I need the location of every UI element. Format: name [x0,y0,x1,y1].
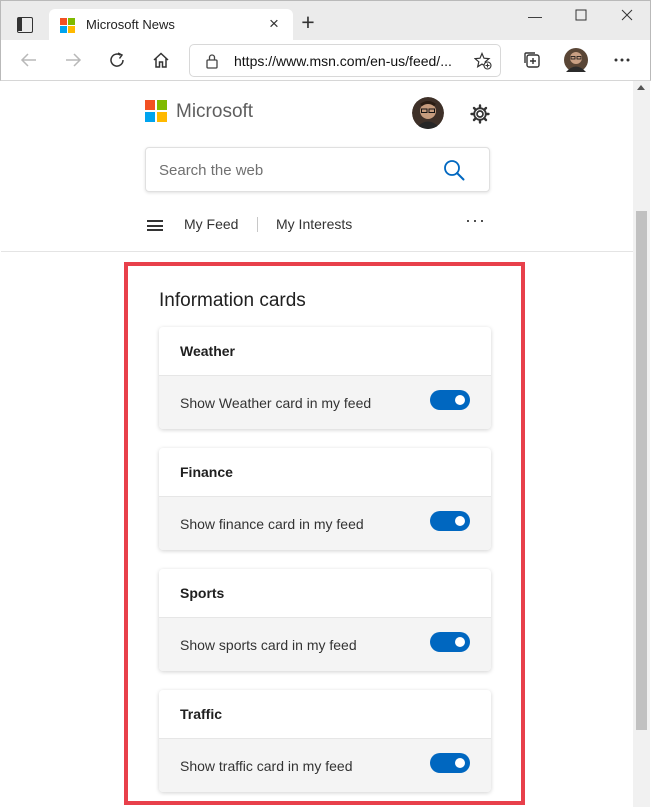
toggle-knob [455,637,465,647]
feed-navigation: My Feed My Interests ··· [145,210,490,236]
tab-actions-icon[interactable] [17,17,33,33]
card-title: Weather [159,327,491,376]
user-avatar[interactable] [412,97,444,129]
minimize-button[interactable]: — [523,7,547,25]
address-url[interactable]: https://www.msn.com/en-us/feed/... [234,53,452,69]
card-weather: Weather Show Weather card in my feed [159,327,491,429]
card-setting-row: Show sports card in my feed [159,618,491,671]
search-box[interactable]: Search the web [145,147,490,192]
nav-more-icon[interactable]: ··· [465,210,486,231]
close-window-button[interactable] [615,7,639,25]
card-setting-row: Show Weather card in my feed [159,376,491,429]
traffic-toggle[interactable] [430,753,470,773]
nav-divider [257,217,258,232]
page-content: Microsoft Search the web My Feed My Inte… [1,81,633,807]
browser-toolbar: https://www.msn.com/en-us/feed/... [0,40,651,81]
card-finance: Finance Show finance card in my feed [159,448,491,550]
back-arrow-icon[interactable] [17,48,41,72]
header-divider [1,251,633,252]
collections-icon[interactable] [520,48,544,72]
favorite-add-icon[interactable] [473,51,492,75]
gear-icon[interactable] [470,104,490,124]
card-setting-label: Show finance card in my feed [180,516,364,532]
menu-icon[interactable] [147,220,163,231]
weather-toggle[interactable] [430,390,470,410]
toggle-knob [455,395,465,405]
card-setting-row: Show finance card in my feed [159,497,491,550]
card-sports: Sports Show sports card in my feed [159,569,491,671]
card-setting-label: Show sports card in my feed [180,637,357,653]
card-title: Sports [159,569,491,618]
forward-arrow-icon[interactable] [61,48,85,72]
tab-microsoft-news[interactable]: Microsoft News × [49,9,293,41]
browser-titlebar: Microsoft News × + — [0,0,651,41]
more-options-icon[interactable] [610,48,634,72]
profile-avatar[interactable] [564,48,588,72]
toggle-knob [455,758,465,768]
toggle-knob [455,516,465,526]
microsoft-logo-icon[interactable] [145,100,167,122]
card-title: Traffic [159,690,491,739]
section-title: Information cards [159,290,306,311]
finance-toggle[interactable] [430,511,470,531]
lock-icon[interactable] [205,53,219,74]
sports-toggle[interactable] [430,632,470,652]
nav-my-interests[interactable]: My Interests [276,216,352,232]
tab-title: Microsoft News [86,17,175,32]
maximize-button[interactable] [569,7,593,25]
scroll-up-arrow-icon[interactable] [637,85,645,90]
scrollbar-thumb[interactable] [636,211,647,730]
card-title: Finance [159,448,491,497]
refresh-icon[interactable] [105,48,129,72]
home-icon[interactable] [149,48,173,72]
microsoft-logo-icon [60,18,76,34]
new-tab-button[interactable]: + [298,11,318,34]
vertical-scrollbar[interactable] [633,81,650,807]
card-traffic: Traffic Show traffic card in my feed [159,690,491,792]
nav-my-feed[interactable]: My Feed [184,216,238,232]
search-icon[interactable] [443,159,465,181]
brand-name[interactable]: Microsoft [176,101,253,123]
close-tab-icon[interactable]: × [265,15,283,33]
search-input[interactable]: Search the web [159,162,263,179]
card-setting-label: Show Weather card in my feed [180,395,372,411]
address-bar[interactable]: https://www.msn.com/en-us/feed/... [189,44,501,77]
card-setting-label: Show traffic card in my feed [180,758,353,774]
card-setting-row: Show traffic card in my feed [159,739,491,792]
